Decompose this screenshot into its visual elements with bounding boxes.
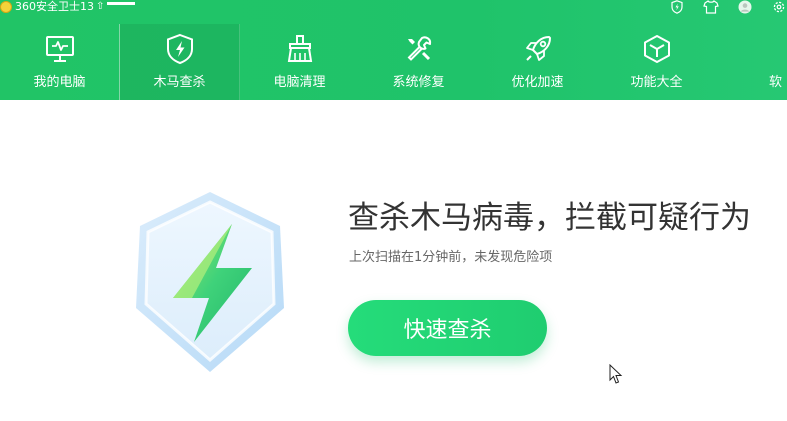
title-bar-icons [651, 0, 787, 14]
monitor-icon [43, 32, 77, 66]
shield-lightning-icon [163, 32, 197, 66]
main-content: 查杀木马病毒，拦截可疑行为 上次扫描在1分钟前，未发现危险项 快速查杀 [0, 100, 787, 421]
nav-label: 软 [768, 75, 782, 90]
nav-label: 系统修复 [392, 75, 445, 90]
nav-item-trojan-scan[interactable]: 木马查杀 [119, 24, 240, 100]
nav-label: 我的电脑 [33, 75, 86, 90]
settings-icon[interactable] [771, 0, 787, 14]
cube-icon [640, 32, 674, 66]
lightning-shield-icon[interactable] [669, 0, 685, 14]
app-title: 360安全卫士13 [15, 0, 94, 13]
nav-label: 电脑清理 [273, 75, 326, 90]
broom-icon [283, 32, 317, 66]
nav-item-software[interactable]: 软 [716, 24, 787, 100]
wrench-icon [402, 32, 436, 66]
rocket-icon [521, 32, 555, 66]
nav-label: 木马查杀 [153, 75, 206, 90]
nav-item-all-features[interactable]: 功能大全 [597, 24, 716, 100]
quick-scan-button[interactable]: 快速查杀 [348, 300, 547, 356]
page-headline: 查杀木马病毒，拦截可疑行为 [348, 200, 751, 236]
top-header: 360安全卫士13 ⇧ 我的电脑 木马查杀 电脑清理 系统修复 优化加速 功能大… [0, 0, 787, 100]
nav-item-system-repair[interactable]: 系统修复 [359, 24, 478, 100]
nav-item-speedup[interactable]: 优化加速 [478, 24, 597, 100]
avatar-icon[interactable] [737, 0, 753, 14]
title-bar: 360安全卫士13 ⇧ [0, 0, 787, 16]
app-title-area: 360安全卫士13 ⇧ [0, 0, 136, 14]
software-icon [759, 32, 787, 66]
mouse-cursor-icon [609, 363, 623, 385]
title-tab-indicator [107, 1, 136, 5]
upgrade-arrow-icon[interactable]: ⇧ [96, 0, 104, 14]
nav-label: 功能大全 [630, 75, 683, 90]
last-scan-status: 上次扫描在1分钟前，未发现危险项 [349, 250, 553, 265]
nav-item-my-computer[interactable]: 我的电脑 [0, 24, 119, 100]
app-logo-icon [0, 1, 12, 13]
shield-illustration-icon [128, 188, 292, 378]
nav-item-cleanup[interactable]: 电脑清理 [240, 24, 359, 100]
nav-label: 优化加速 [511, 75, 564, 90]
main-nav: 我的电脑 木马查杀 电脑清理 系统修复 优化加速 功能大全 软 [0, 24, 787, 100]
tshirt-skin-icon[interactable] [703, 0, 719, 14]
